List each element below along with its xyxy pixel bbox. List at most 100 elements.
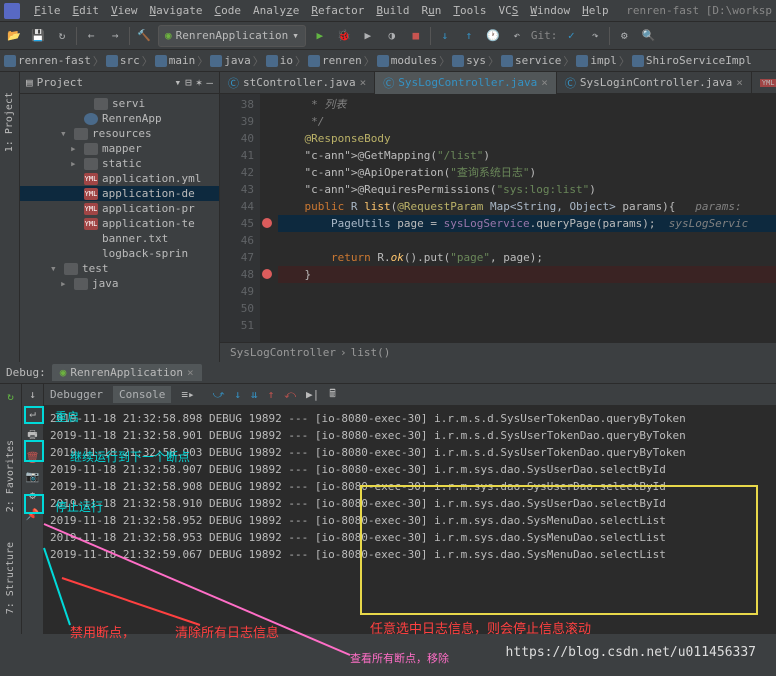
crumb-item[interactable]: io [266, 54, 293, 67]
tree-node[interactable]: ▸java [20, 276, 219, 291]
menu-file[interactable]: File [28, 4, 67, 17]
menu-navigate[interactable]: Navigate [144, 4, 209, 17]
tool-project[interactable]: 1: Project [4, 92, 15, 152]
log-line[interactable]: 2019-11-18 21:32:59.067 DEBUG 19892 --- … [50, 546, 770, 563]
settings-icon[interactable]: ⚙ [29, 489, 36, 502]
vcs-history-icon[interactable]: 🕐 [483, 26, 503, 46]
menu-tools[interactable]: Tools [447, 4, 492, 17]
crumb-item[interactable]: modules [377, 54, 437, 67]
print-icon[interactable]: 🖶 [27, 426, 37, 445]
log-line[interactable]: 2019-11-18 21:32:58.908 DEBUG 19892 --- … [50, 478, 770, 495]
editor-tab[interactable]: YML applicatio × [752, 72, 776, 94]
gear-icon[interactable]: ✶ [196, 76, 203, 89]
crumb-class[interactable]: SysLogController [230, 346, 336, 359]
editor-tab[interactable]: Ⓒ stController.java × [220, 72, 375, 94]
undo-icon[interactable]: ← [81, 26, 101, 46]
crumb-method[interactable]: list() [351, 346, 391, 359]
tree-node[interactable]: ▸static [20, 156, 219, 171]
menu-refactor[interactable]: Refactor [305, 4, 370, 17]
camera-icon[interactable]: 📷 [26, 470, 40, 483]
menu-run[interactable]: Run [415, 4, 447, 17]
scroll-end-icon[interactable]: ↓ [29, 388, 36, 401]
step-over-icon[interactable]: ⤻ [213, 388, 225, 402]
console-tab[interactable]: Console [113, 386, 171, 403]
git-arrow-icon[interactable]: ↷ [585, 26, 605, 46]
editor-tab[interactable]: Ⓒ SysLoginController.java × [557, 72, 752, 94]
run-icon[interactable]: ▶ [310, 26, 330, 46]
tree-node[interactable]: YMLapplication-pr [20, 201, 219, 216]
tree-node[interactable]: RenrenApp [20, 111, 219, 126]
tree-node[interactable]: ▸mapper [20, 141, 219, 156]
menu-analyze[interactable]: Analyze [247, 4, 305, 17]
log-line[interactable]: 2019-11-18 21:32:58.903 DEBUG 19892 --- … [50, 444, 770, 461]
chevron-down-icon[interactable]: ▾ [175, 76, 182, 89]
run-to-cursor-icon[interactable]: ▶| [306, 388, 319, 401]
step-into-icon[interactable]: ↓ [234, 388, 241, 401]
log-line[interactable]: 2019-11-18 21:32:58.907 DEBUG 19892 --- … [50, 461, 770, 478]
log-line[interactable]: 2019-11-18 21:32:58.898 DEBUG 19892 --- … [50, 410, 770, 427]
crumb-item[interactable]: impl [576, 54, 617, 67]
profile-icon[interactable]: ◑ [382, 26, 402, 46]
close-icon[interactable]: × [187, 366, 194, 379]
crumb-item[interactable]: main [155, 54, 196, 67]
open-icon[interactable]: 📂 [4, 26, 24, 46]
run-config-select[interactable]: ◉ RenrenApplication ▾ [158, 25, 306, 47]
menu-code[interactable]: Code [208, 4, 247, 17]
menu-edit[interactable]: Edit [67, 4, 106, 17]
build-icon[interactable]: 🔨 [134, 26, 154, 46]
collapse-icon[interactable]: ⊟ [185, 76, 192, 89]
tool-structure[interactable]: 7: Structure [5, 542, 16, 614]
tree-node[interactable]: YMLapplication-te [20, 216, 219, 231]
step-out-icon[interactable]: ↑ [268, 388, 275, 401]
breakpoint-icon[interactable] [262, 269, 272, 279]
crumb-item[interactable]: ShiroServiceImpl [632, 54, 752, 67]
crumb-item[interactable]: sys [452, 54, 486, 67]
tree-node[interactable]: YMLapplication-de [20, 186, 219, 201]
log-line[interactable]: 2019-11-18 21:32:58.901 DEBUG 19892 --- … [50, 427, 770, 444]
coverage-icon[interactable]: ▶ [358, 26, 378, 46]
refresh-icon[interactable]: ↻ [52, 26, 72, 46]
tree-node[interactable]: logback-sprin [20, 246, 219, 261]
soft-wrap-icon[interactable]: ↵ [29, 407, 36, 420]
editor-tab[interactable]: Ⓒ SysLogController.java × [375, 72, 557, 94]
drop-frame-icon[interactable]: ⤺ [284, 388, 296, 402]
code-editor[interactable]: 3839404142434445464748495051 * 列表 */ @Re… [220, 94, 776, 342]
crumb-item[interactable]: renren [308, 54, 362, 67]
tree-node[interactable]: servi [20, 96, 219, 111]
vcs-commit-icon[interactable]: ↑ [459, 26, 479, 46]
search-icon[interactable]: 🔍 [638, 26, 658, 46]
settings-icon[interactable]: ⚙ [614, 26, 634, 46]
pin-icon[interactable]: 📌 [26, 508, 40, 521]
tool-favorites[interactable]: 2: Favorites [5, 440, 16, 512]
vcs-revert-icon[interactable]: ↶ [507, 26, 527, 46]
crumb-item[interactable]: service [501, 54, 561, 67]
log-line[interactable]: 2019-11-18 21:32:58.952 DEBUG 19892 --- … [50, 512, 770, 529]
stop-icon[interactable]: ■ [406, 26, 426, 46]
force-step-into-icon[interactable]: ⇊ [251, 388, 258, 401]
code-lines[interactable]: * 列表 */ @ResponseBody "c-ann">@GetMappin… [260, 94, 776, 342]
tree-node[interactable]: ▾resources [20, 126, 219, 141]
console-log[interactable]: 2019-11-18 21:32:58.898 DEBUG 19892 --- … [44, 406, 776, 634]
log-line[interactable]: 2019-11-18 21:32:58.953 DEBUG 19892 --- … [50, 529, 770, 546]
crumb-item[interactable]: src [106, 54, 140, 67]
output-icon[interactable]: ≡▸ [181, 388, 194, 401]
menu-build[interactable]: Build [370, 4, 415, 17]
menu-help[interactable]: Help [576, 4, 615, 17]
crumb-item[interactable]: renren-fast [4, 54, 91, 67]
menu-vcs[interactable]: VCS [492, 4, 524, 17]
clear-icon[interactable]: 🗑 [26, 451, 40, 464]
restart-button[interactable]: ↻ [3, 388, 19, 404]
menu-view[interactable]: View [105, 4, 144, 17]
debug-icon[interactable]: 🐞 [334, 26, 354, 46]
redo-icon[interactable]: → [105, 26, 125, 46]
save-icon[interactable]: 💾 [28, 26, 48, 46]
crumb-item[interactable]: java [210, 54, 251, 67]
vcs-update-icon[interactable]: ↓ [435, 26, 455, 46]
menu-window[interactable]: Window [524, 4, 576, 17]
tree-node[interactable]: ▾test [20, 261, 219, 276]
tree-node[interactable]: banner.txt [20, 231, 219, 246]
hide-icon[interactable]: — [206, 76, 213, 89]
debugger-tab[interactable]: Debugger [50, 388, 103, 401]
breakpoint-icon[interactable] [262, 218, 272, 228]
tree-node[interactable]: YMLapplication.yml [20, 171, 219, 186]
